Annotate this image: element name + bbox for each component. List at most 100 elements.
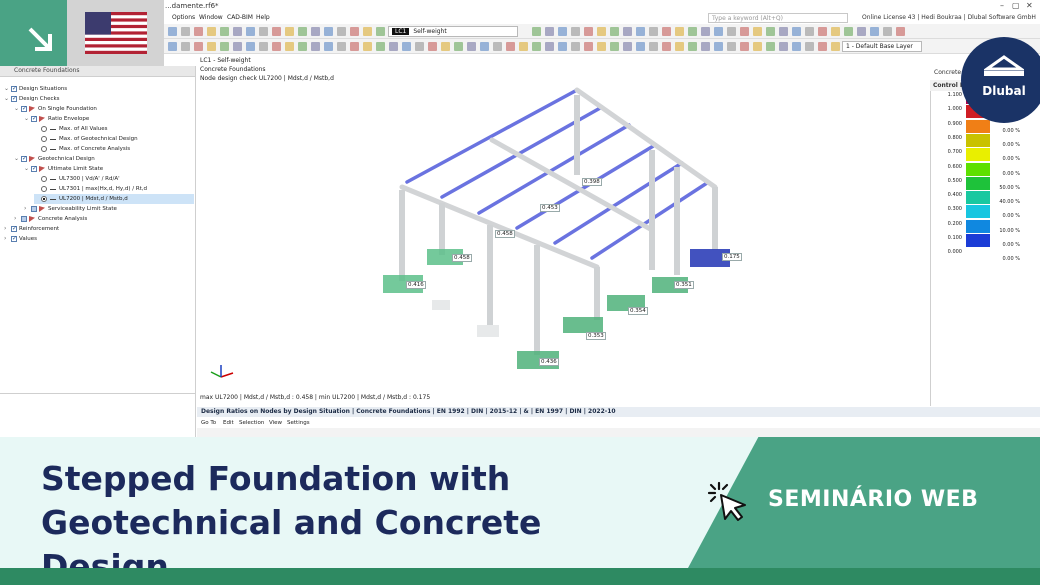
radio-icon[interactable] [41, 146, 47, 152]
navigator-item[interactable]: ⌄ Design Situations [4, 84, 194, 94]
toolbar-tool-icon[interactable] [441, 42, 450, 51]
toolbar-tool-icon[interactable] [285, 42, 294, 51]
checkbox-icon[interactable] [11, 234, 17, 244]
toolbar-tool-icon[interactable] [324, 42, 333, 51]
toolbar-tool-icon[interactable] [272, 42, 281, 51]
toolbar-tool-icon[interactable] [168, 27, 177, 36]
toolbar-tool-icon[interactable] [324, 27, 333, 36]
navigator-item[interactable]: › Reinforcement [4, 224, 194, 234]
menu-cad-bim[interactable]: CAD-BIM [227, 14, 253, 21]
navigator-item[interactable]: Max. of Concrete Analysis [34, 144, 194, 154]
checkbox-icon[interactable] [31, 164, 37, 174]
navigator-item[interactable]: ⌄ Geotechnical Design [14, 154, 194, 164]
toolbar-tool-icon[interactable] [857, 27, 866, 36]
toolbar-tool-icon[interactable] [597, 42, 606, 51]
toolbar-tool-icon[interactable] [558, 27, 567, 36]
toolbar-tool-icon[interactable] [532, 27, 541, 36]
toolbar-tool-icon[interactable] [350, 27, 359, 36]
toolbar-tool-icon[interactable] [493, 42, 502, 51]
toolbar-tool-icon[interactable] [701, 27, 710, 36]
toolbar-tool-icon[interactable] [220, 27, 229, 36]
toolbar-tool-icon[interactable] [376, 42, 385, 51]
radio-icon[interactable] [41, 126, 47, 132]
toolbar-tool-icon[interactable] [181, 27, 190, 36]
toolbar-tool-icon[interactable] [805, 42, 814, 51]
expand-chevron-icon[interactable]: › [24, 204, 31, 214]
toolbar-tool-icon[interactable] [597, 27, 606, 36]
toolbar-tool-icon[interactable] [662, 42, 671, 51]
toolbar-tool-icon[interactable] [350, 42, 359, 51]
menu-window[interactable]: Window [199, 14, 223, 21]
toolbar-tool-icon[interactable] [844, 27, 853, 36]
toolbar-tool-icon[interactable] [688, 27, 697, 36]
navigator-item[interactable]: › Serviceability Limit State [24, 204, 194, 214]
toolbar-tool-icon[interactable] [870, 27, 879, 36]
toolbar-tool-icon[interactable] [688, 42, 697, 51]
checkbox-icon[interactable] [31, 206, 37, 212]
navigator-item[interactable]: UL7301 | max(Hx,d, Hy,d) / Rt,d [34, 184, 194, 194]
toolbar-tool-icon[interactable] [831, 42, 840, 51]
toolbar-tool-icon[interactable] [363, 27, 372, 36]
toolbar-tool-icon[interactable] [584, 27, 593, 36]
checkbox-icon[interactable] [31, 114, 37, 124]
toolbar-tool-icon[interactable] [337, 27, 346, 36]
toolbar-tool-icon[interactable] [727, 42, 736, 51]
toolbar-tool-icon[interactable] [311, 27, 320, 36]
minimize-icon[interactable]: – [1000, 1, 1004, 10]
toolbar-tool-icon[interactable] [662, 27, 671, 36]
navigator-item[interactable]: ⌄ On Single Foundation [14, 104, 194, 114]
toolbar-tool-icon[interactable] [545, 42, 554, 51]
toolbar-tool-icon[interactable] [298, 27, 307, 36]
3d-viewport[interactable]: LC1 - Self-weight Concrete Foundations N… [197, 55, 930, 405]
radio-icon[interactable] [41, 186, 47, 192]
table-menu-edit[interactable]: Edit [223, 420, 234, 426]
toolbar-tool-icon[interactable] [792, 42, 801, 51]
checkbox-icon[interactable] [11, 84, 17, 94]
toolbar-tool-icon[interactable] [818, 42, 827, 51]
toolbar-tool-icon[interactable] [766, 42, 775, 51]
toolbar-tool-icon[interactable] [636, 42, 645, 51]
navigator-item[interactable]: › Values [4, 234, 194, 244]
toolbar-tool-icon[interactable] [727, 27, 736, 36]
toolbar-tool-icon[interactable] [428, 42, 437, 51]
toolbar-tool-icon[interactable] [233, 27, 242, 36]
toolbar-tool-icon[interactable] [519, 42, 528, 51]
radio-icon[interactable] [41, 176, 47, 182]
toolbar-tool-icon[interactable] [766, 27, 775, 36]
toolbar-tool-icon[interactable] [246, 42, 255, 51]
toolbar-tool-icon[interactable] [623, 42, 632, 51]
toolbar-tool-icon[interactable] [181, 42, 190, 51]
toolbar-tool-icon[interactable] [480, 42, 489, 51]
toolbar-tool-icon[interactable] [753, 27, 762, 36]
expand-chevron-icon[interactable]: › [14, 214, 21, 224]
radio-icon[interactable] [41, 136, 47, 142]
toolbar-tool-icon[interactable] [363, 42, 372, 51]
toolbar-tool-icon[interactable] [545, 27, 554, 36]
checkbox-icon[interactable] [11, 94, 17, 104]
checkbox-icon[interactable] [11, 224, 17, 234]
toolbar-tool-icon[interactable] [259, 42, 268, 51]
expand-chevron-icon[interactable]: › [4, 224, 11, 234]
toolbar-tool-icon[interactable] [571, 27, 580, 36]
table-menu-view[interactable]: View [269, 420, 282, 426]
toolbar-tool-icon[interactable] [467, 42, 476, 51]
toolbar-tool-icon[interactable] [779, 42, 788, 51]
toolbar-tool-icon[interactable] [298, 42, 307, 51]
toolbar-tool-icon[interactable] [259, 27, 268, 36]
toolbar-tool-icon[interactable] [675, 42, 684, 51]
toolbar-tool-icon[interactable] [740, 42, 749, 51]
toolbar-tool-icon[interactable] [454, 42, 463, 51]
toolbar-tool-icon[interactable] [532, 42, 541, 51]
toolbar-tool-icon[interactable] [415, 42, 424, 51]
checkbox-icon[interactable] [21, 216, 27, 222]
navigator-item[interactable]: UL7200 | Mdst,d / Mstb,d [34, 194, 194, 204]
toolbar-tool-icon[interactable] [896, 27, 905, 36]
toolbar-tool-icon[interactable] [311, 42, 320, 51]
toolbar-tool-icon[interactable] [220, 42, 229, 51]
toolbar-tool-icon[interactable] [636, 27, 645, 36]
close-icon[interactable]: ✕ [1026, 1, 1033, 10]
navigator-item[interactable]: ⌄ Design Checks [4, 94, 194, 104]
expand-chevron-icon[interactable]: ⌄ [4, 84, 11, 94]
toolbar-tool-icon[interactable] [740, 27, 749, 36]
expand-chevron-icon[interactable]: ⌄ [24, 164, 31, 174]
